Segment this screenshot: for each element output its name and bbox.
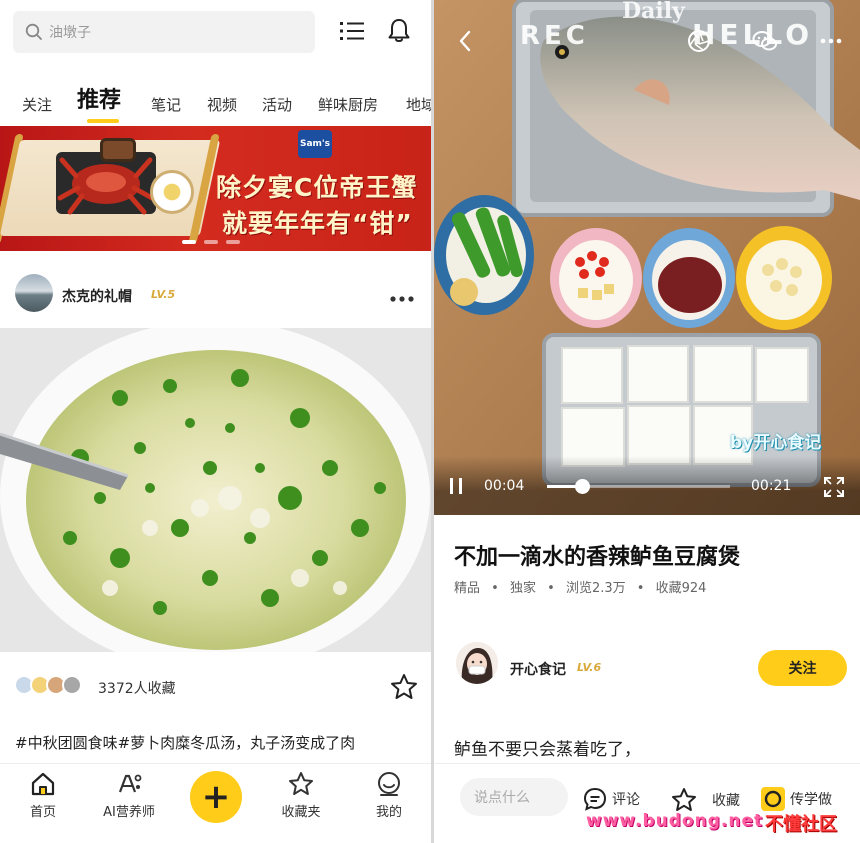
tab-regional[interactable]: 地域: [406, 94, 431, 115]
site-watermark-url: www.budong.net: [586, 811, 764, 831]
follow-button[interactable]: 关注: [758, 650, 847, 686]
banner-subheadline: 就要年年有“钳”: [222, 209, 413, 238]
pause-icon: [450, 478, 462, 494]
bell-icon: [388, 19, 410, 42]
screenshot-root: 油墩子 关注 推荐 笔记 视频 活动 鲜味厨房 地域 除夕宴C位帝王蟹 就要年年…: [0, 0, 860, 843]
tab-following[interactable]: 关注: [22, 94, 52, 115]
carousel-dot: [204, 240, 218, 244]
author-level-badge: LV.5: [151, 288, 176, 301]
tab-recommended[interactable]: 推荐: [77, 82, 121, 114]
side-dish-plate: [150, 170, 194, 214]
nav-profile-label: 我的: [375, 805, 402, 820]
nav-ai-label: AI营养师: [103, 805, 155, 820]
nav-home[interactable]: 首页: [8, 770, 78, 820]
profile-icon: [378, 772, 400, 796]
favorite-post-button[interactable]: [389, 672, 419, 702]
fullscreen-icon: [824, 477, 844, 497]
tab-events[interactable]: 活动: [262, 94, 292, 115]
comment-button[interactable]: 评论: [582, 786, 640, 812]
recipe-detail-screen: REC Daily HELLO by开心食记 00:04 00:21 不加一滴水…: [434, 0, 860, 843]
nav-ai-nutritionist[interactable]: AI营养师: [94, 770, 164, 820]
favoriter-avatar: [62, 675, 82, 695]
search-input[interactable]: 油墩子: [13, 11, 315, 53]
menu-list-icon: [340, 22, 364, 40]
camera-circle-icon: [761, 787, 785, 811]
star-icon: [672, 788, 696, 811]
site-watermark-name: 不懂社区: [765, 814, 837, 835]
back-arrow-icon: [459, 30, 471, 52]
back-button[interactable]: [450, 26, 480, 56]
menu-list-button[interactable]: [337, 16, 367, 46]
share-wechat-button[interactable]: [750, 26, 780, 56]
comment-placeholder: 说点什么: [474, 790, 530, 806]
recipe-intro: 鲈鱼不要只会蒸着吃了，: [454, 740, 641, 760]
ai-nutritionist-icon: [118, 774, 142, 793]
duration-time: 00:21: [751, 478, 792, 494]
carousel-dot: [226, 240, 240, 244]
active-tab-indicator: [87, 119, 119, 123]
cartoon-avatar-icon: [456, 642, 498, 684]
meta-separator: •: [547, 581, 555, 596]
meta-featured: 精品: [454, 581, 481, 596]
current-time: 00:04: [484, 478, 525, 494]
recipe-meta: 精品 • 独家 • 浏览2.3万 • 收藏924: [454, 577, 706, 596]
meta-separator: •: [491, 581, 499, 596]
meta-exclusive: 独家: [509, 581, 536, 596]
tab-notes[interactable]: 笔记: [151, 94, 181, 115]
recipe-author-name[interactable]: 开心食记: [510, 659, 566, 679]
recipe-title: 不加一滴水的香辣鲈鱼豆腐煲: [454, 545, 741, 570]
home-icon: [31, 772, 55, 796]
more-options-button[interactable]: [389, 284, 415, 309]
nav-favorites[interactable]: 收藏夹: [266, 770, 336, 820]
tab-videos[interactable]: 视频: [207, 94, 237, 115]
meta-separator: •: [636, 581, 645, 596]
star-icon: [391, 674, 417, 699]
video-more-button[interactable]: [816, 26, 846, 56]
comment-icon: [583, 787, 607, 811]
favorite-recipe-button[interactable]: 收藏: [670, 786, 740, 814]
favorite-label: 收藏: [712, 793, 740, 809]
learn-cook-label: 传学做: [790, 792, 832, 808]
category-tabs: 关注 推荐 笔记 视频 活动 鲜味厨房 地域: [0, 72, 431, 124]
dish-tray: [100, 138, 136, 162]
promo-banner[interactable]: 除夕宴C位帝王蟹 就要年年有“钳”: [0, 126, 431, 251]
meta-favorites: 收藏924: [655, 581, 707, 596]
video-overlay-rec: REC: [520, 21, 589, 51]
video-progress-thumb[interactable]: [574, 479, 590, 494]
comment-label: 评论: [612, 792, 640, 808]
search-placeholder: 油墩子: [49, 25, 91, 41]
learn-cook-button[interactable]: 传学做: [760, 786, 832, 812]
nav-profile[interactable]: 我的: [354, 770, 424, 820]
author-name[interactable]: 杰克的礼帽: [62, 286, 132, 306]
video-overlay-daily: Daily: [622, 0, 686, 24]
more-dots-icon: [390, 296, 414, 302]
aperture-icon: [688, 30, 710, 52]
meta-views: 浏览2.3万: [565, 581, 626, 596]
video-progress-slider[interactable]: [547, 479, 730, 494]
pause-button[interactable]: [448, 476, 464, 500]
share-moments-button[interactable]: [684, 26, 714, 56]
nav-favorites-label: 收藏夹: [281, 805, 321, 820]
more-dots-icon: [820, 38, 842, 44]
create-post-button[interactable]: +: [190, 771, 242, 823]
banner-headline: 除夕宴C位帝王蟹: [216, 173, 418, 202]
video-watermark: by开心食记: [730, 433, 822, 453]
notifications-button[interactable]: [384, 16, 414, 46]
carousel-dot-active: [182, 240, 196, 244]
comment-input[interactable]: 说点什么: [460, 778, 568, 816]
fullscreen-button[interactable]: [823, 476, 845, 502]
star-icon: [289, 772, 313, 795]
nav-home-label: 首页: [29, 805, 56, 820]
tab-fresh-kitchen[interactable]: 鲜味厨房: [318, 94, 378, 115]
favorites-count: 3372人收藏: [98, 681, 176, 697]
author-avatar[interactable]: [15, 274, 53, 312]
recipe-author-level: LV.6: [577, 661, 602, 674]
feed-screen: 油墩子 关注 推荐 笔记 视频 活动 鲜味厨房 地域 除夕宴C位帝王蟹 就要年年…: [0, 0, 431, 843]
recipe-author-avatar[interactable]: [456, 642, 498, 684]
soup-photo[interactable]: [0, 328, 431, 652]
sams-club-logo: Sam's: [298, 130, 332, 158]
search-icon: [25, 23, 42, 40]
wechat-icon: [752, 31, 777, 51]
